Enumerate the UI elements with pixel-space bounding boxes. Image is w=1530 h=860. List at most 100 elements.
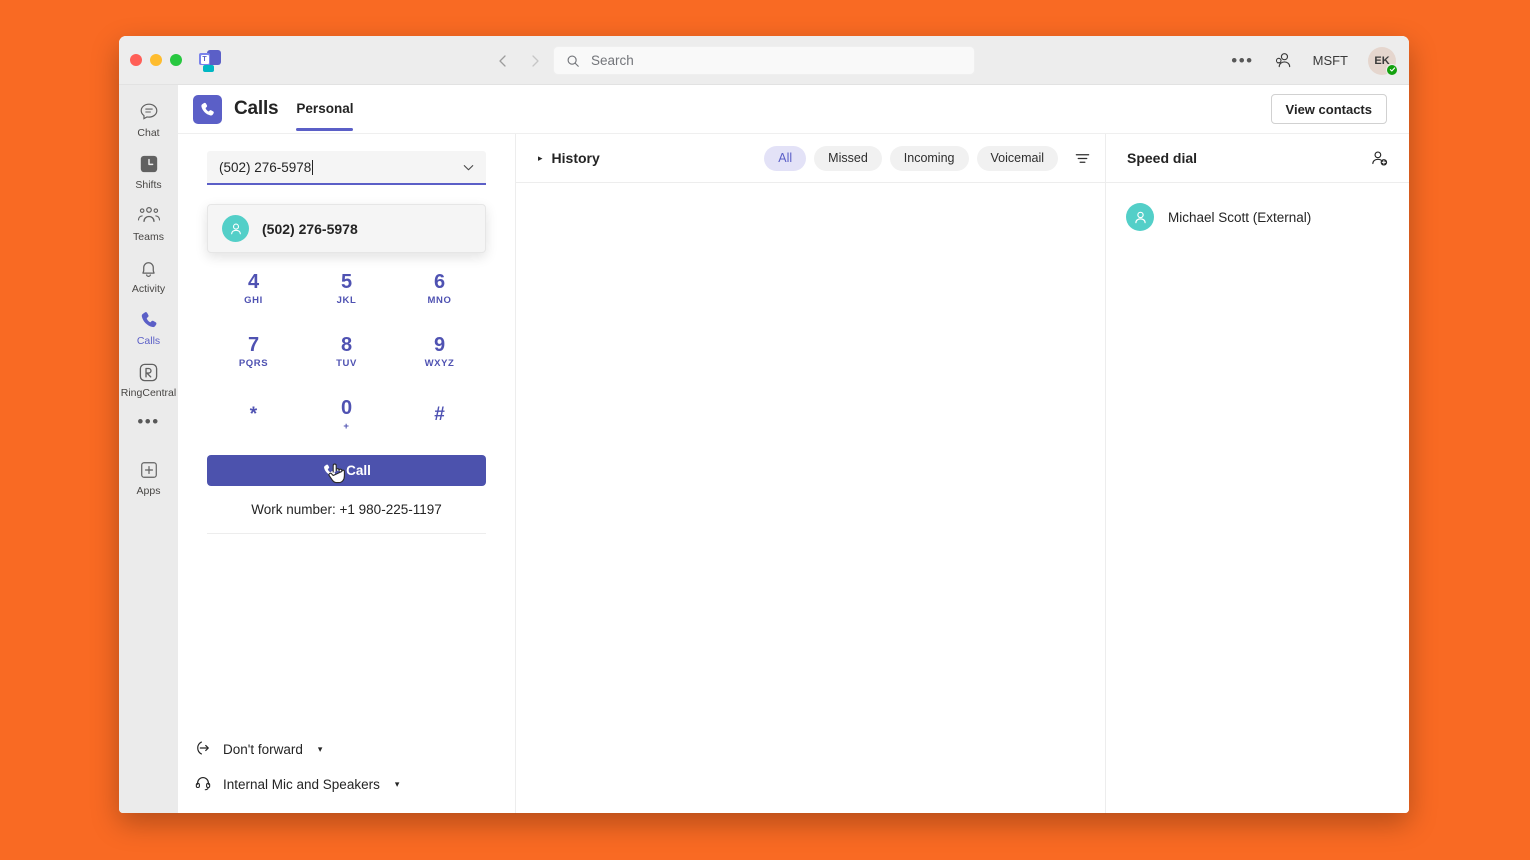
filter-voicemail[interactable]: Voicemail	[977, 146, 1059, 171]
dialer-panel: (502) 276-5978 1	[178, 134, 516, 813]
presence-available-icon	[1386, 64, 1398, 76]
window-traffic-lights[interactable]	[119, 54, 182, 66]
dialpad-key-letters: GHI	[244, 294, 263, 307]
sidebar-item-teams[interactable]: Teams	[121, 196, 177, 248]
filter-icon[interactable]	[1074, 150, 1091, 167]
phone-icon	[322, 463, 337, 478]
dialpad-key-digit: 9	[434, 334, 445, 357]
maximize-window-button[interactable]	[170, 54, 182, 66]
organization-label[interactable]: MSFT	[1313, 53, 1348, 68]
chevron-down-icon[interactable]	[461, 160, 476, 175]
teams-window: T Search •••	[119, 36, 1409, 813]
dialpad-key-letters: TUV	[336, 357, 357, 370]
call-forwarding-setting[interactable]: Don't forward ▾	[194, 739, 515, 760]
caret-right-icon[interactable]: ▸	[538, 153, 543, 164]
sidebar-item-apps[interactable]: Apps	[121, 434, 177, 502]
chevron-down-icon[interactable]: ▾	[395, 779, 400, 790]
dialpad-key-digit: 6	[434, 271, 445, 294]
sidebar-item-label: Shifts	[135, 179, 161, 191]
phone-suggestions-dropdown: (502) 276-5978	[207, 204, 486, 253]
dialpad-key-star[interactable]: *	[207, 388, 300, 441]
search-icon	[566, 54, 580, 68]
dialpad-key-hash[interactable]: #	[393, 388, 486, 441]
sidebar-item-chat[interactable]: Chat	[121, 92, 177, 144]
history-title: History	[552, 150, 600, 166]
speed-dial-header: Speed dial	[1106, 134, 1409, 182]
chat-icon	[138, 100, 160, 124]
history-list	[516, 183, 1105, 813]
dialpad-key-7[interactable]: 7 PQRS	[207, 325, 300, 378]
bell-icon	[138, 256, 159, 280]
suggestion-label: (502) 276-5978	[262, 221, 358, 237]
history-filters: All Missed Incoming Voicemail	[764, 146, 1091, 171]
sidebar-item-shifts[interactable]: Shifts	[121, 144, 177, 196]
person-icon	[222, 215, 249, 242]
dialpad-key-letters: +	[343, 420, 349, 433]
dialpad-key-0[interactable]: 0 +	[300, 388, 393, 441]
filter-all[interactable]: All	[764, 146, 806, 171]
back-icon[interactable]	[495, 53, 511, 69]
filter-missed[interactable]: Missed	[814, 146, 882, 171]
phone-icon	[139, 308, 159, 332]
call-button[interactable]: Call	[207, 455, 486, 486]
close-window-button[interactable]	[130, 54, 142, 66]
sidebar-item-label: Chat	[137, 127, 159, 139]
search-input[interactable]: Search	[553, 46, 975, 75]
manage-account-icon[interactable]	[1274, 51, 1293, 70]
sidebar-item-calls[interactable]: Calls	[121, 300, 177, 352]
filter-incoming[interactable]: Incoming	[890, 146, 969, 171]
view-contacts-button[interactable]: View contacts	[1271, 94, 1387, 124]
titlebar-more-button[interactable]: •••	[1231, 57, 1253, 65]
work-number-label: Work number: +1 980-225-1197	[207, 502, 486, 517]
dialpad-key-digit: 5	[341, 271, 352, 294]
microsoft-teams-logo-icon: T	[199, 49, 221, 71]
phone-number-input[interactable]: (502) 276-5978	[207, 151, 486, 185]
dialpad-key-letters: WXYZ	[425, 357, 455, 370]
sidebar-item-activity[interactable]: Activity	[121, 248, 177, 300]
speed-dial-title: Speed dial	[1127, 150, 1197, 166]
dialpad-key-6[interactable]: 6 MNO	[393, 262, 486, 315]
teams-icon	[137, 204, 161, 228]
forward-icon[interactable]	[527, 53, 543, 69]
person-icon	[1126, 203, 1154, 231]
calls-app-icon	[193, 95, 222, 124]
dialpad-key-4[interactable]: 4 GHI	[207, 262, 300, 315]
call-button-label: Call	[346, 463, 371, 478]
sidebar-item-ringcentral[interactable]: RingCentral	[121, 352, 177, 404]
dialpad-key-5[interactable]: 5 JKL	[300, 262, 393, 315]
ringcentral-icon	[138, 360, 159, 384]
call-forwarding-label: Don't forward	[223, 742, 303, 757]
speed-dial-list: Michael Scott (External)	[1106, 183, 1409, 237]
dialpad-key-8[interactable]: 8 TUV	[300, 325, 393, 378]
list-item[interactable]: Michael Scott (External)	[1106, 197, 1409, 237]
sidebar-item-label: Teams	[133, 231, 164, 243]
avatar[interactable]: EK	[1368, 47, 1396, 75]
chevron-down-icon[interactable]: ▾	[318, 744, 323, 755]
dialpad-key-digit: 4	[248, 271, 259, 294]
dialpad-key-letters: PQRS	[239, 357, 268, 370]
rail-more-apps-button[interactable]: •••	[137, 404, 159, 434]
plus-square-icon	[139, 458, 159, 482]
minimize-window-button[interactable]	[150, 54, 162, 66]
dialpad-key-9[interactable]: 9 WXYZ	[393, 325, 486, 378]
audio-device-label: Internal Mic and Speakers	[223, 777, 380, 792]
teams-logo-letter: T	[201, 55, 209, 64]
window-titlebar: T Search •••	[119, 36, 1409, 85]
dialpad-key-digit: #	[434, 403, 445, 426]
dialer-top: (502) 276-5978 1	[178, 134, 515, 517]
app-header: Calls Personal View contacts	[178, 85, 1409, 133]
dialer-divider	[207, 533, 486, 534]
dialpad-key-digit: 8	[341, 334, 352, 357]
search-placeholder-text: Search	[591, 53, 634, 68]
sidebar-item-label: Calls	[137, 335, 160, 347]
sidebar-item-label: Apps	[137, 485, 161, 497]
list-item[interactable]: (502) 276-5978	[214, 210, 479, 247]
dialpad-key-digit: *	[250, 403, 257, 426]
sidebar-item-label: Activity	[132, 283, 165, 295]
dialpad-key-letters: MNO	[428, 294, 452, 307]
sidebar-item-label: RingCentral	[121, 387, 176, 399]
add-person-icon[interactable]	[1370, 149, 1389, 168]
speed-dial-panel: Speed dial Michael Scott (Exte	[1106, 134, 1409, 813]
audio-device-setting[interactable]: Internal Mic and Speakers ▾	[194, 774, 515, 795]
tab-personal[interactable]: Personal	[296, 101, 353, 118]
